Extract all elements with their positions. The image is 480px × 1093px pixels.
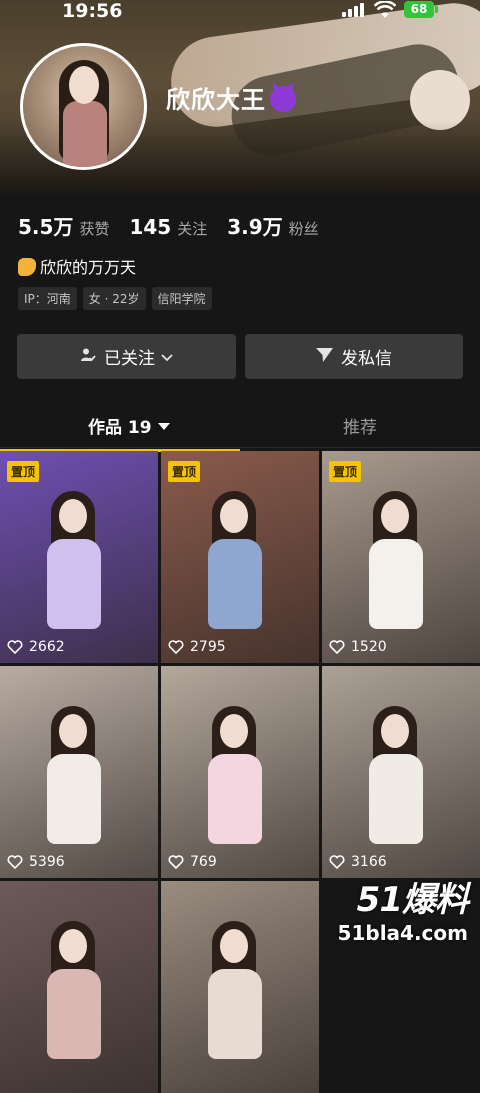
likes-label: 获赞 xyxy=(79,220,110,238)
thumbnail-head xyxy=(59,499,87,533)
pinned-badge: 置顶 xyxy=(168,461,201,482)
like-count: 769 xyxy=(168,854,217,870)
profile-name-text: 欣欣大王 xyxy=(166,86,266,114)
message-button[interactable]: 发私信 xyxy=(245,334,463,379)
likes-count[interactable]: 5.5万 xyxy=(18,211,73,240)
thumbnail-head xyxy=(381,714,409,748)
wifi-icon xyxy=(374,1,396,18)
like-count-text: 1520 xyxy=(351,639,387,655)
profile-bio: 欣欣的万万天 xyxy=(18,254,136,278)
bio-text: 欣欣的万万天 xyxy=(40,258,137,277)
like-count-text: 769 xyxy=(190,854,217,870)
following-button-label: 已关注 xyxy=(104,349,155,369)
video-thumbnail[interactable]: 置顶 1520 xyxy=(322,451,480,663)
followers-label: 粉丝 xyxy=(288,220,319,238)
avatar[interactable] xyxy=(20,43,147,170)
watermark: 51爆料 51bla4.com xyxy=(337,872,469,945)
status-time: 19:56 xyxy=(62,0,123,22)
thumbnail-figure xyxy=(206,706,266,876)
video-thumbnail[interactable]: 769 xyxy=(161,666,319,878)
profile-name: 欣欣大王 xyxy=(166,80,296,115)
content-tabs: 作品 19 推荐 xyxy=(0,405,480,452)
thumbnail-figure xyxy=(45,491,105,661)
following-label: 关注 xyxy=(177,220,208,238)
like-count: 1520 xyxy=(329,639,387,655)
thumbnail-torso xyxy=(47,754,101,844)
tag-gender-age: 女 · 22岁 xyxy=(82,287,146,310)
avatar-face xyxy=(69,66,99,104)
heart-icon xyxy=(329,855,345,870)
thumbnail-head xyxy=(59,714,87,748)
profile-tags: IP：河南 女 · 22岁 信阳学院 xyxy=(18,287,212,310)
thumbnail-figure xyxy=(206,921,266,1091)
tag-school[interactable]: 信阳学院 xyxy=(151,287,212,310)
like-count-text: 3166 xyxy=(351,854,387,870)
like-count: 5396 xyxy=(7,854,65,870)
thumbnail-torso xyxy=(208,969,262,1059)
wave-hand-icon xyxy=(18,258,36,276)
following-button[interactable]: 已关注 xyxy=(17,334,236,379)
thumbnail-figure xyxy=(367,706,427,876)
thumbnail-figure xyxy=(45,921,105,1091)
tab-recommend[interactable]: 推荐 xyxy=(343,413,377,438)
thumbnail-torso xyxy=(369,539,423,629)
profile-stats: 5.5万 获赞 145 关注 3.9万 粉丝 xyxy=(18,211,339,241)
video-thumbnail[interactable]: 置顶 2795 xyxy=(161,451,319,663)
thumbnail-head xyxy=(220,499,248,533)
like-count-text: 2662 xyxy=(29,639,65,655)
devil-emoji-icon xyxy=(270,86,296,112)
like-count: 2662 xyxy=(7,639,65,655)
status-bar: 19:56 68 xyxy=(0,0,480,34)
followers-count[interactable]: 3.9万 xyxy=(227,211,282,240)
video-thumbnail[interactable]: 3166 xyxy=(322,666,480,878)
heart-icon xyxy=(329,640,345,655)
tag-ip: IP：河南 xyxy=(18,287,77,310)
heart-icon xyxy=(7,640,23,655)
heart-icon xyxy=(168,855,184,870)
signal-icon xyxy=(342,3,364,17)
user-check-icon xyxy=(80,347,96,367)
pinned-badge: 置顶 xyxy=(7,461,40,482)
battery-icon: 68 xyxy=(404,1,438,18)
heart-icon xyxy=(7,855,23,870)
video-thumbnail[interactable] xyxy=(0,881,158,1093)
caret-down-icon xyxy=(157,423,170,430)
thumbnail-torso xyxy=(208,754,262,844)
chevron-down-icon xyxy=(161,347,173,367)
thumbnail-head xyxy=(59,929,87,963)
like-count: 2795 xyxy=(168,639,226,655)
like-count-text: 2795 xyxy=(190,639,226,655)
video-thumbnail[interactable]: 置顶 2662 xyxy=(0,451,158,663)
thumbnail-torso xyxy=(47,969,101,1059)
watermark-url: 51bla4.com xyxy=(337,921,468,945)
thumbnail-torso xyxy=(369,754,423,844)
send-icon xyxy=(316,347,333,367)
thumbnail-torso xyxy=(47,539,101,629)
thumbnail-head xyxy=(381,499,409,533)
pinned-badge: 置顶 xyxy=(329,461,362,482)
watermark-logo: 51爆料 xyxy=(356,880,469,920)
video-thumbnail[interactable] xyxy=(161,881,319,1093)
following-count[interactable]: 145 xyxy=(129,215,171,239)
tab-works[interactable]: 作品 19 xyxy=(88,413,170,438)
thumbnail-figure xyxy=(206,491,266,661)
like-count-text: 5396 xyxy=(29,854,65,870)
thumbnail-figure xyxy=(367,491,427,661)
tab-works-label: 作品 19 xyxy=(88,418,152,438)
thumbnail-head xyxy=(220,929,248,963)
thumbnail-figure xyxy=(45,706,105,876)
video-thumbnail[interactable]: 5396 xyxy=(0,666,158,878)
heart-icon xyxy=(168,640,184,655)
message-button-label: 发私信 xyxy=(341,349,392,369)
thumbnail-torso xyxy=(208,539,262,629)
like-count: 3166 xyxy=(329,854,387,870)
avatar-body xyxy=(63,101,107,167)
tabs-divider xyxy=(0,447,480,448)
thumbnail-head xyxy=(220,714,248,748)
